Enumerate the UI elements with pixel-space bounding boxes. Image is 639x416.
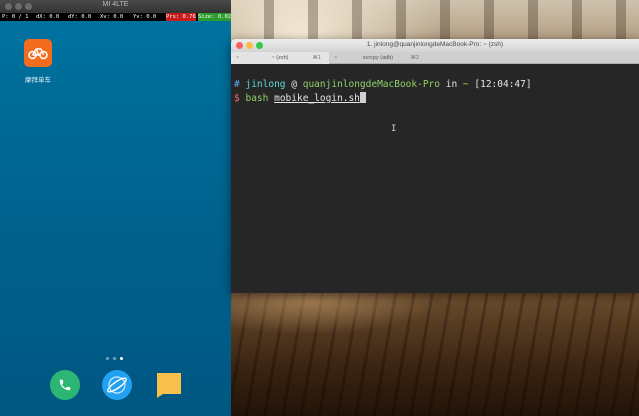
text-cursor [359, 92, 366, 103]
pointer-pressure: Prs: 0.76 [166, 13, 196, 21]
prompt-at: @ [291, 79, 297, 90]
pointer-dx: dX: 0.0 [36, 14, 60, 20]
page-indicator [106, 347, 127, 360]
prompt-line: # jinlong @ quanjinlongdeMacBook-Pro in … [234, 78, 639, 92]
terminal-titlebar[interactable]: 1. jinlong@quanjinlongdeMacBook-Pro: ~ (… [231, 39, 639, 52]
app-label-mobike[interactable]: 摩拜单车 [14, 74, 62, 84]
pointer-size: Size: 0.02 [198, 13, 232, 21]
emulator-window: MI 4LTE P: 0 / 1 dX: 0.0 dY: 0.0 Xv: 0.0… [0, 0, 232, 416]
terminal-title: 1. jinlong@quanjinlongdeMacBook-Pro: ~ (… [366, 41, 504, 48]
android-home-screen: 摩拜单车 [0, 21, 231, 416]
pointer-count: P: 0 / 1 [2, 14, 29, 20]
ibeam-cursor-icon: I [391, 124, 397, 134]
prompt-dollar: $ [234, 93, 240, 104]
browser-icon[interactable] [102, 370, 132, 400]
tab-shortcut: ⌘2 [410, 55, 419, 61]
prompt-host: quanjinlongdeMacBook-Pro [302, 79, 440, 90]
pointer-xv: Xv: 0.0 [100, 14, 124, 20]
bike-icon[interactable] [24, 39, 52, 67]
prompt-time: [12:04:47] [474, 79, 532, 90]
pointer-yv: Yv: 0.0 [133, 14, 157, 20]
pointer-location-bar: P: 0 / 1 dX: 0.0 dY: 0.0 Xv: 0.0 Yv: 0.0… [0, 13, 232, 21]
emulator-title: MI 4LTE [102, 1, 129, 8]
emulator-titlebar[interactable]: MI 4LTE [0, 0, 231, 13]
terminal-output[interactable]: # jinlong @ quanjinlongdeMacBook-Pro in … [231, 65, 639, 293]
message-icon[interactable] [154, 370, 184, 400]
command-line: $ bash mobike_login.sh [234, 92, 639, 106]
terminal-tab-bar: × ~ (zsh) ⌘1 × scrcpy (adb) ⌘2 [231, 52, 639, 64]
page-dot [113, 357, 116, 360]
page-dot-active [120, 357, 123, 360]
wallpaper-floor [230, 292, 639, 416]
tab-scrcpy[interactable]: × scrcpy (adb) ⌘2 [329, 52, 427, 64]
command-name: bash [245, 93, 269, 104]
prompt-dir: ~ [462, 79, 469, 90]
prompt-user: jinlong [245, 79, 286, 90]
pointer-dy: dY: 0.0 [68, 14, 92, 20]
tab-shortcut: ⌘1 [312, 55, 321, 61]
tab-zsh[interactable]: × ~ (zsh) ⌘1 [231, 52, 329, 64]
prompt-hash: # [234, 79, 240, 90]
page-dot [106, 357, 109, 360]
command-argument: mobike_login.sh [274, 93, 360, 104]
phone-icon[interactable] [50, 370, 80, 400]
terminal-window: 1. jinlong@quanjinlongdeMacBook-Pro: ~ (… [231, 39, 639, 293]
prompt-in: in [445, 79, 458, 90]
